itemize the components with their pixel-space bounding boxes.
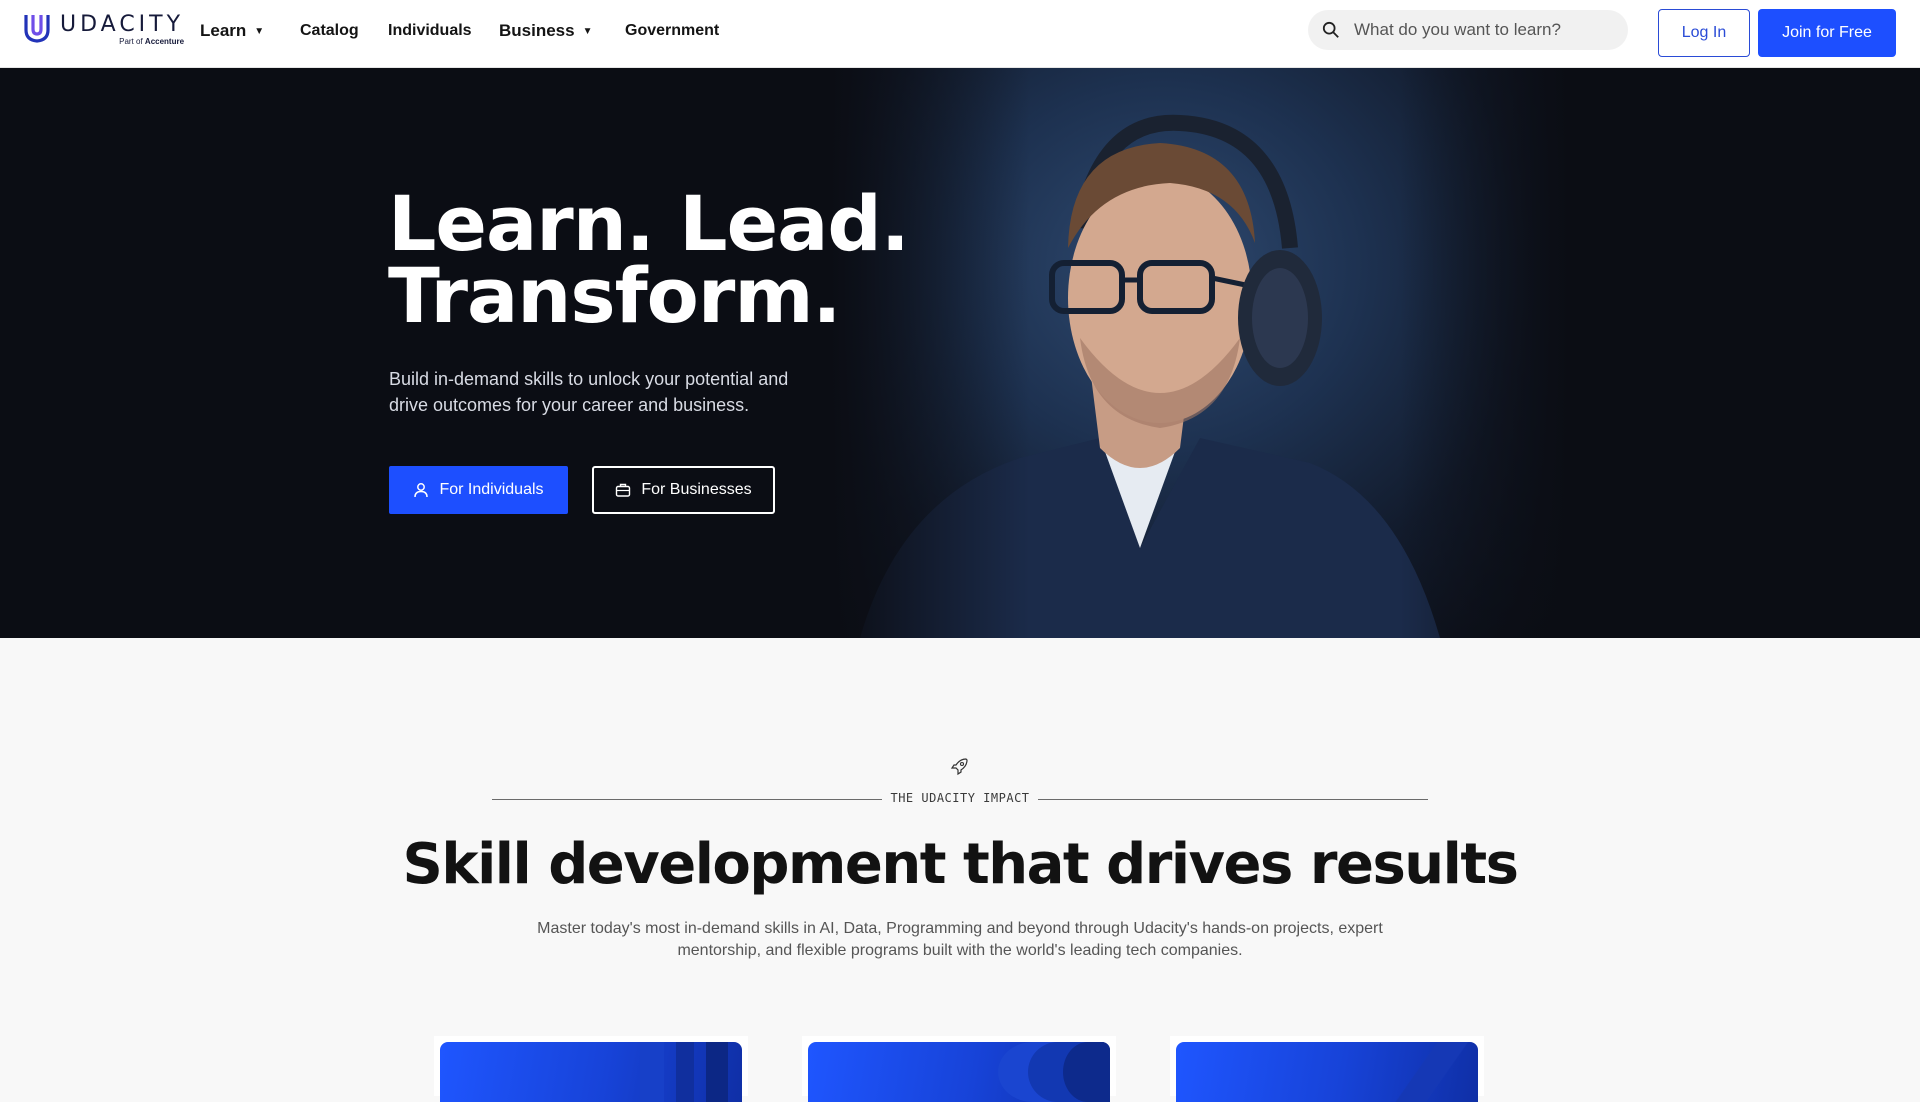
for-individuals-label: For Individuals (439, 481, 544, 498)
logo-wordmark: UDACITY (60, 12, 185, 37)
logo-tagline: Part of Accenture (119, 37, 185, 46)
udacity-logo[interactable]: UDACITY Part of Accenture (22, 12, 184, 46)
impact-card-image (440, 1042, 742, 1102)
hero-section: Learn. Lead. Transform. Build in-demand … (0, 68, 1920, 638)
hero-title: Learn. Lead. Transform. (388, 186, 910, 334)
nav-individuals[interactable]: Individuals (388, 22, 472, 40)
chevron-down-icon: ▼ (254, 25, 265, 37)
impact-card[interactable] (434, 1036, 748, 1102)
impact-card[interactable] (1170, 1036, 1484, 1102)
for-businesses-label: For Businesses (641, 481, 752, 498)
eyebrow-divider-left (492, 799, 882, 800)
impact-card-image (808, 1042, 1110, 1102)
search-input[interactable] (1354, 20, 1614, 40)
impact-eyebrow: THE UDACITY IMPACT (890, 791, 1030, 805)
impact-card-image (1176, 1042, 1478, 1102)
udacity-logo-icon (24, 15, 50, 43)
for-individuals-button[interactable]: For Individuals (389, 466, 568, 514)
search-icon (1322, 21, 1339, 38)
nav-government[interactable]: Government (625, 22, 719, 40)
chevron-down-icon: ▼ (582, 25, 593, 37)
impact-card[interactable] (802, 1036, 1116, 1102)
nav-learn-label: Learn (200, 21, 247, 40)
join-button[interactable]: Join for Free (1758, 9, 1896, 57)
for-businesses-button[interactable]: For Businesses (592, 466, 775, 514)
hero-title-line2: Transform. (388, 251, 841, 340)
nav-business[interactable]: Business ▼ (499, 21, 593, 41)
eyebrow-divider-right (1038, 799, 1428, 800)
rocket-icon (950, 758, 968, 776)
briefcase-icon (616, 483, 631, 497)
impact-title: Skill development that drives results (402, 832, 1519, 897)
nav-learn[interactable]: Learn ▼ (200, 21, 264, 41)
impact-subtitle: Master today's most in-demand skills in … (537, 920, 1383, 959)
person-icon (414, 483, 429, 498)
hero-subtitle: Build in-demand skills to unlock your po… (389, 369, 789, 415)
login-button[interactable]: Log In (1658, 9, 1750, 57)
nav-business-label: Business (499, 21, 575, 40)
search-bar[interactable] (1308, 10, 1628, 50)
top-nav: UDACITY Part of Accenture Learn ▼ Catalo… (0, 0, 1920, 68)
nav-catalog[interactable]: Catalog (300, 22, 359, 40)
